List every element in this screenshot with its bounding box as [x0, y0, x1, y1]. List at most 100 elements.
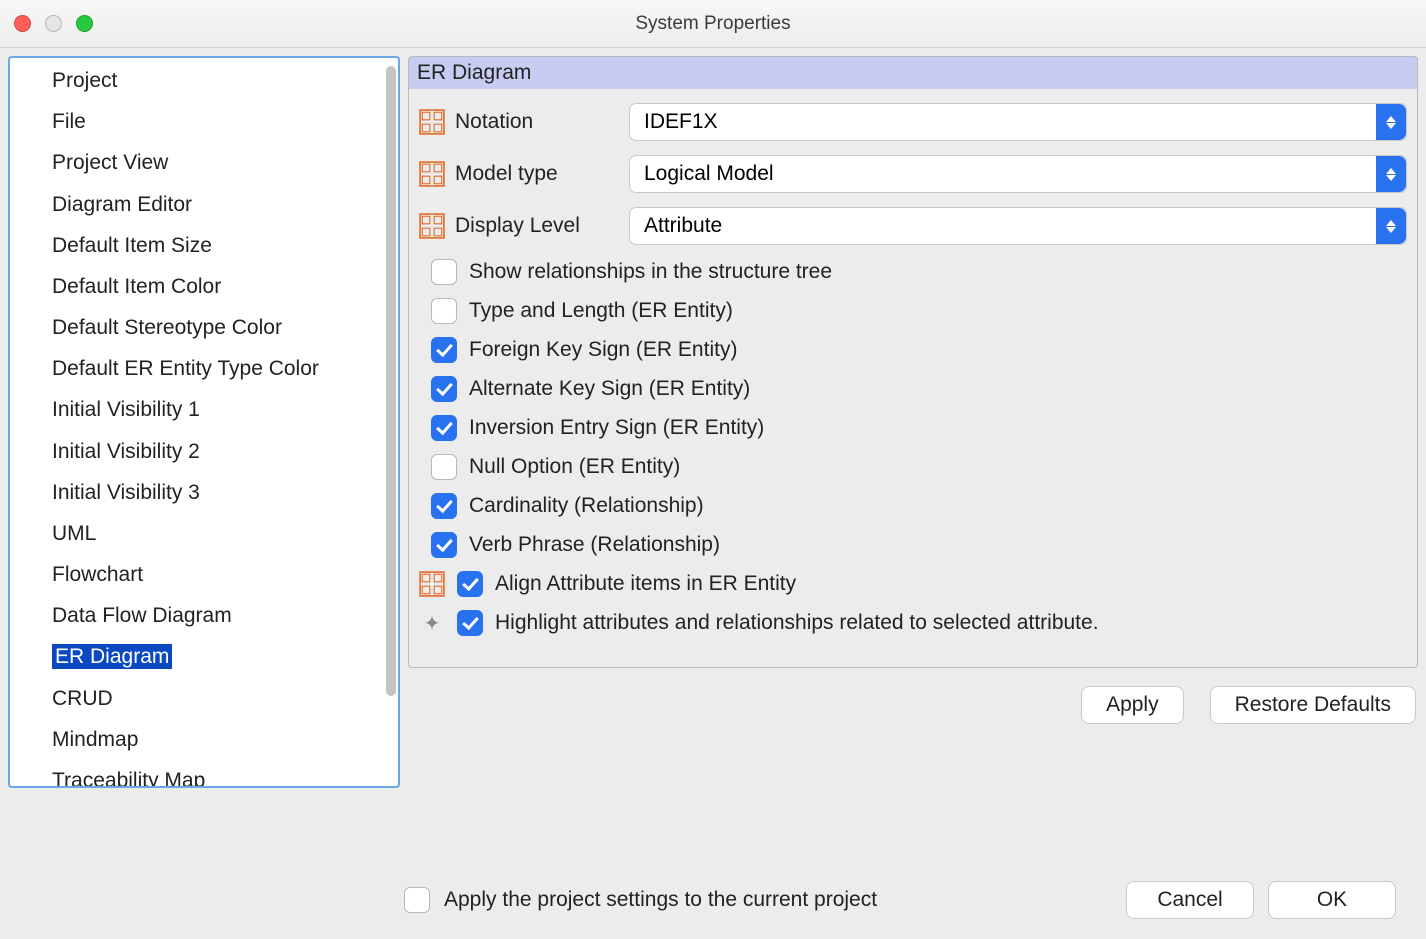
notation-row: Notation IDEF1X [419, 103, 1407, 141]
entity-icon [419, 571, 445, 597]
sidebar-item[interactable]: Default Item Color [10, 266, 384, 307]
model-type-value: Logical Model [644, 162, 774, 186]
checkbox-label: Show relationships in the structure tree [469, 260, 832, 284]
model-type-select[interactable]: Logical Model [629, 155, 1407, 193]
display-level-row: Display Level Attribute [419, 207, 1407, 245]
notation-select[interactable]: IDEF1X [629, 103, 1407, 141]
sidebar-item[interactable]: Default Stereotype Color [10, 307, 384, 348]
checkbox-row: Type and Length (ER Entity) [419, 298, 1407, 324]
display-level-select[interactable]: Attribute [629, 207, 1407, 245]
titlebar: System Properties [0, 0, 1426, 48]
checkbox[interactable] [431, 376, 457, 402]
sidebar-item[interactable]: Initial Visibility 3 [10, 472, 384, 513]
sidebar-item-label: File [52, 110, 86, 133]
checkbox-row: Alternate Key Sign (ER Entity) [419, 376, 1407, 402]
sidebar: Project File Project View Diagram Editor Def… [8, 56, 400, 788]
apply-button[interactable]: Apply [1081, 686, 1184, 724]
checkbox-row: Align Attribute items in ER Entity [419, 571, 1407, 597]
sidebar-list: Project File Project View Diagram Editor Def… [10, 58, 384, 786]
sidebar-item-label: CRUD [52, 687, 113, 710]
sidebar-item-label: Default Item Color [52, 275, 221, 298]
sidebar-item[interactable]: Mindmap [10, 719, 384, 760]
cancel-button[interactable]: Cancel [1126, 881, 1254, 919]
sidebar-item[interactable]: Diagram Editor [10, 184, 384, 225]
sidebar-scrollbar[interactable] [384, 58, 398, 786]
close-window-button[interactable] [14, 15, 31, 32]
display-level-label: Display Level [455, 214, 619, 238]
checkbox-label: Type and Length (ER Entity) [469, 299, 733, 323]
select-arrows-icon [1376, 104, 1406, 140]
model-type-row: Model type Logical Model [419, 155, 1407, 193]
sidebar-item-label: Data Flow Diagram [52, 604, 232, 627]
sidebar-item[interactable]: Default Item Size [10, 225, 384, 266]
checkbox[interactable] [431, 493, 457, 519]
body-area: Project File Project View Diagram Editor Def… [0, 48, 1426, 861]
checkbox[interactable] [457, 571, 483, 597]
sidebar-item[interactable]: Default ER Entity Type Color [10, 348, 384, 389]
sidebar-item[interactable]: File [10, 101, 384, 142]
checkbox-row: Null Option (ER Entity) [419, 454, 1407, 480]
sidebar-item-label: Initial Visibility 1 [52, 398, 200, 421]
minimize-window-button[interactable] [45, 15, 62, 32]
checkbox-label: Cardinality (Relationship) [469, 494, 704, 518]
entity-icon [419, 213, 445, 239]
section-header: ER Diagram [408, 56, 1418, 89]
checkbox-row: Foreign Key Sign (ER Entity) [419, 337, 1407, 363]
checkbox-label: Align Attribute items in ER Entity [495, 572, 796, 596]
ok-button[interactable]: OK [1268, 881, 1396, 919]
sidebar-item-label: Initial Visibility 3 [52, 481, 200, 504]
sidebar-scrollbar-thumb[interactable] [386, 66, 396, 696]
restore-defaults-button[interactable]: Restore Defaults [1210, 686, 1416, 724]
checkbox[interactable] [431, 415, 457, 441]
apply-to-project-checkbox[interactable] [404, 887, 430, 913]
traffic-lights [14, 15, 93, 32]
sidebar-item-label: Initial Visibility 2 [52, 440, 200, 463]
sidebar-item[interactable]: Initial Visibility 2 [10, 431, 384, 472]
display-level-value: Attribute [644, 214, 722, 238]
sidebar-item[interactable]: Data Flow Diagram [10, 595, 384, 636]
checkbox-label: Null Option (ER Entity) [469, 455, 680, 479]
sidebar-item[interactable]: Flowchart [10, 554, 384, 595]
sidebar-item-label: ER Diagram [52, 644, 172, 669]
bottom-bar: Apply the project settings to the curren… [0, 861, 1426, 939]
window: System Properties Project File Project Vie… [0, 0, 1426, 939]
select-arrows-icon [1376, 208, 1406, 244]
checkbox[interactable] [431, 337, 457, 363]
main-panel: ER Diagram Notation IDEF1X [408, 56, 1418, 853]
checkbox[interactable] [431, 298, 457, 324]
sidebar-item-label: Project View [52, 151, 168, 174]
model-type-label: Model type [455, 162, 619, 186]
sidebar-item-label: Flowchart [52, 563, 143, 586]
sidebar-item[interactable]: ER Diagram [10, 636, 384, 677]
notation-value: IDEF1X [644, 110, 718, 134]
checkbox[interactable] [457, 610, 483, 636]
checkbox-row: ✦Highlight attributes and relationships … [419, 610, 1407, 636]
sidebar-item-label: Default ER Entity Type Color [52, 357, 319, 380]
zoom-window-button[interactable] [76, 15, 93, 32]
sidebar-item-label: Default Stereotype Color [52, 316, 282, 339]
sidebar-item[interactable]: Initial Visibility 1 [10, 389, 384, 430]
sidebar-item[interactable]: Project [10, 60, 384, 101]
checkbox-row: Verb Phrase (Relationship) [419, 532, 1407, 558]
sidebar-item[interactable]: UML [10, 513, 384, 554]
select-arrows-icon [1376, 156, 1406, 192]
checkbox[interactable] [431, 454, 457, 480]
sidebar-item-label: Diagram Editor [52, 193, 192, 216]
checkbox-label: Highlight attributes and relationships r… [495, 611, 1099, 635]
checkbox-label: Foreign Key Sign (ER Entity) [469, 338, 737, 362]
sidebar-item-label: Default Item Size [52, 234, 212, 257]
checkbox-row: Cardinality (Relationship) [419, 493, 1407, 519]
checkbox[interactable] [431, 259, 457, 285]
sidebar-item[interactable]: CRUD [10, 678, 384, 719]
sidebar-item-label: Traceability Map [52, 769, 205, 786]
sidebar-item-label: UML [52, 522, 96, 545]
section-body: Notation IDEF1X Model type Logical Model [408, 89, 1418, 668]
checkbox-area: Show relationships in the structure tree… [419, 259, 1407, 636]
sidebar-item[interactable]: Traceability Map [10, 760, 384, 786]
apply-to-project-label: Apply the project settings to the curren… [444, 888, 877, 912]
notation-label: Notation [455, 110, 619, 134]
checkbox-label: Verb Phrase (Relationship) [469, 533, 720, 557]
checkbox-label: Alternate Key Sign (ER Entity) [469, 377, 750, 401]
checkbox[interactable] [431, 532, 457, 558]
sidebar-item[interactable]: Project View [10, 142, 384, 183]
